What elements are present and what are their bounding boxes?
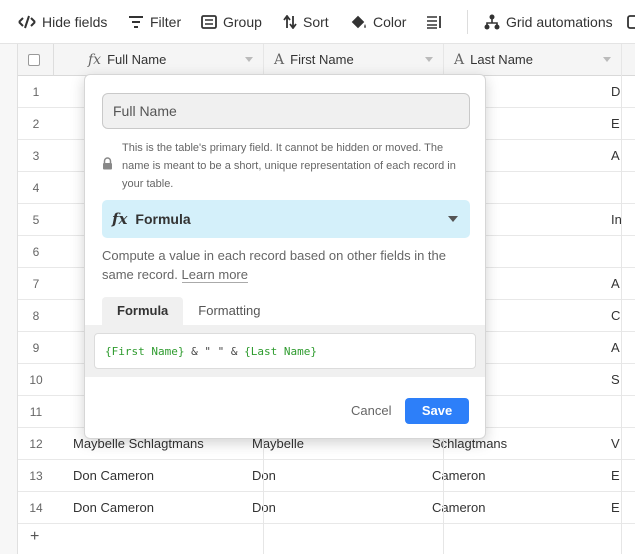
group-label: Group xyxy=(223,14,262,30)
row-number: 6 xyxy=(32,245,40,259)
cancel-button[interactable]: Cancel xyxy=(347,399,395,423)
sort-icon xyxy=(283,15,297,29)
overflow-icon xyxy=(627,15,635,29)
row-number: 8 xyxy=(32,309,40,323)
save-button[interactable]: Save xyxy=(405,398,469,424)
column-header-first-name[interactable]: A First Name xyxy=(264,44,444,76)
row-number: 4 xyxy=(32,181,40,195)
filter-button[interactable]: Filter xyxy=(128,11,181,33)
filter-icon xyxy=(129,16,143,28)
paint-bucket-icon xyxy=(351,15,366,28)
eye-slash-icon xyxy=(18,15,36,29)
row-number: 12 xyxy=(29,437,43,451)
cell-full-name[interactable]: Don Cameron xyxy=(73,468,263,483)
lock-icon xyxy=(103,157,112,170)
column-header-next[interactable] xyxy=(622,44,635,76)
row-number: 13 xyxy=(29,469,43,483)
field-name-input[interactable] xyxy=(102,93,470,129)
select-all-header xyxy=(18,44,54,76)
row-number: 2 xyxy=(32,117,40,131)
more-toolbar-button[interactable] xyxy=(627,11,635,33)
learn-more-link[interactable]: Learn more xyxy=(181,267,248,283)
column-header-label: Full Name xyxy=(107,52,167,67)
column-menu-chevron-icon[interactable] xyxy=(425,57,433,62)
formula-token-field: {Last Name} xyxy=(244,345,317,358)
cell-last-name[interactable]: Cameron xyxy=(432,500,597,515)
row-number: 5 xyxy=(32,213,40,227)
text-icon: A xyxy=(274,51,285,68)
field-config-dialog: This is the table's primary field. It ca… xyxy=(84,74,486,439)
sort-label: Sort xyxy=(303,14,329,30)
formula-icon: fx xyxy=(88,51,102,68)
description-text: Compute a value in each record based on … xyxy=(102,248,446,282)
table-row[interactable]: 14Don CameronDonCameronE xyxy=(18,492,635,524)
row-number: 3 xyxy=(32,149,40,163)
view-toolbar: Hide fields Filter Group Sort Color Grid… xyxy=(0,0,635,44)
row-number: 9 xyxy=(32,341,40,355)
grid-automations-label: Grid automations xyxy=(506,14,613,30)
formula-token-string: " " xyxy=(204,345,225,358)
column-divider xyxy=(621,44,622,554)
column-menu-chevron-icon[interactable] xyxy=(603,57,611,62)
row-height-button[interactable] xyxy=(426,11,442,33)
column-header-full-name[interactable]: fx Full Name xyxy=(54,44,264,76)
formula-token-field: {First Name} xyxy=(105,345,185,358)
formula-icon: fx xyxy=(112,210,128,228)
row-number: 1 xyxy=(32,85,40,99)
column-header-label: First Name xyxy=(290,52,354,67)
row-number: 7 xyxy=(32,277,40,291)
formula-token-operator: & xyxy=(184,345,205,358)
column-header-label: Last Name xyxy=(470,52,533,67)
tab-formatting[interactable]: Formatting xyxy=(183,297,275,325)
grid-automations-button[interactable]: Grid automations xyxy=(484,11,613,33)
row-height-icon xyxy=(427,16,441,29)
cell-last-name[interactable]: Cameron xyxy=(432,468,597,483)
group-icon xyxy=(201,15,217,29)
hide-fields-label: Hide fields xyxy=(42,14,108,30)
primary-field-note: This is the table's primary field. It ca… xyxy=(122,142,456,190)
chevron-down-icon xyxy=(448,216,458,222)
automation-icon xyxy=(484,14,500,30)
color-button[interactable]: Color xyxy=(351,11,406,33)
column-header-last-name[interactable]: A Last Name xyxy=(444,44,622,76)
row-number: 14 xyxy=(29,501,43,515)
cell-full-name[interactable]: Don Cameron xyxy=(73,500,263,515)
field-type-select[interactable]: fx Formula xyxy=(102,200,470,238)
formula-panel: {First Name} & " " & {Last Name} xyxy=(85,325,485,377)
table-row[interactable]: 13Don CameronDonCameronE xyxy=(18,460,635,492)
formula-tabs: Formula Formatting xyxy=(102,297,275,325)
grid-left-gutter xyxy=(0,44,18,554)
hide-fields-button[interactable]: Hide fields xyxy=(18,11,107,33)
formula-token-operator: & xyxy=(224,345,245,358)
select-all-checkbox[interactable] xyxy=(28,53,40,66)
add-record-button[interactable]: + xyxy=(18,524,263,554)
row-number: 11 xyxy=(29,405,43,419)
field-type-description: Compute a value in each record based on … xyxy=(102,246,462,284)
toolbar-divider xyxy=(467,10,468,34)
row-number: 10 xyxy=(29,373,43,387)
sort-button[interactable]: Sort xyxy=(283,11,329,33)
formula-editor[interactable]: {First Name} & " " & {Last Name} xyxy=(94,333,476,369)
plus-icon: + xyxy=(30,528,40,545)
tab-formula[interactable]: Formula xyxy=(102,297,184,325)
column-menu-chevron-icon[interactable] xyxy=(245,57,253,62)
color-label: Color xyxy=(373,14,407,30)
cell-first-name[interactable]: Don xyxy=(252,500,422,515)
filter-label: Filter xyxy=(150,14,182,30)
group-button[interactable]: Group xyxy=(201,11,262,33)
text-icon: A xyxy=(454,51,465,68)
field-type-label: Formula xyxy=(135,211,191,227)
cell-first-name[interactable]: Don xyxy=(252,468,422,483)
